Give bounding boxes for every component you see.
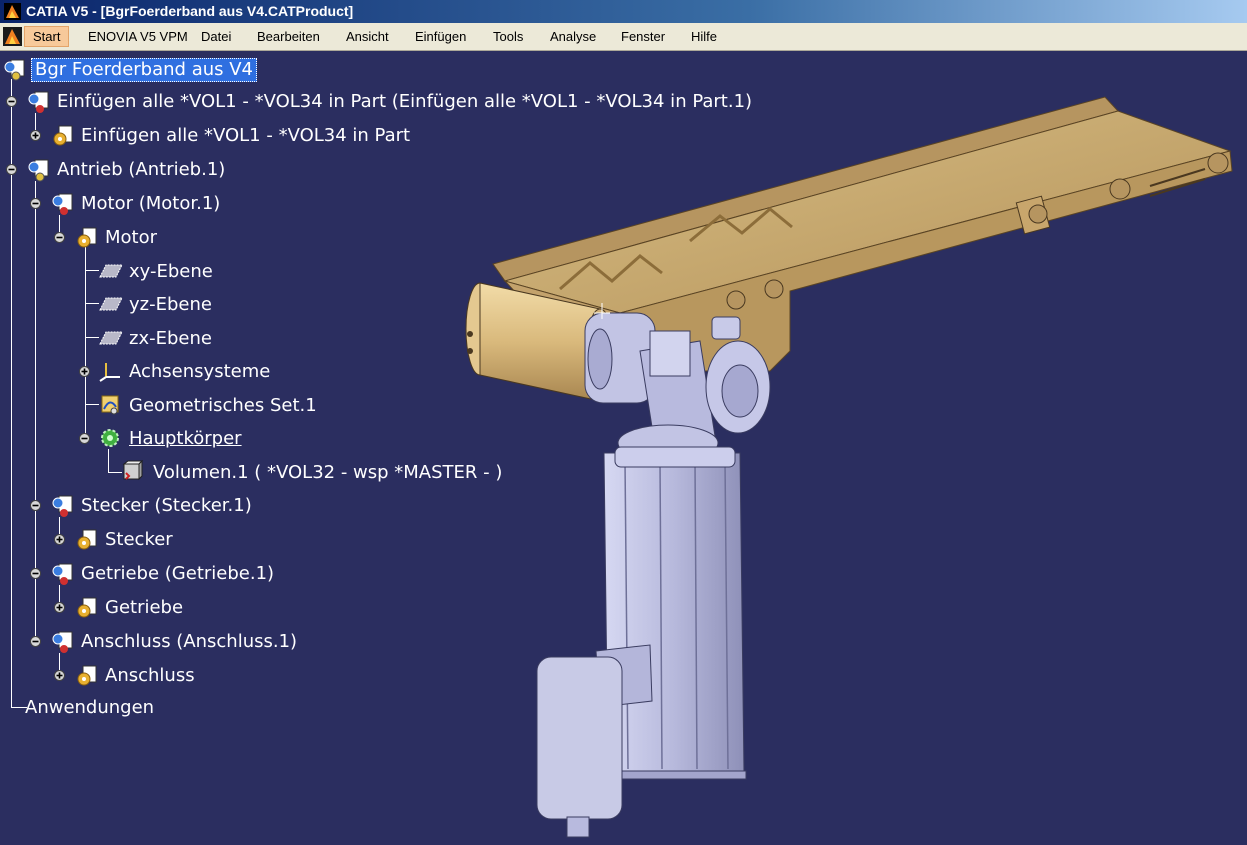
- tree-node-label[interactable]: Achsensysteme: [129, 361, 270, 383]
- tree-node-label[interactable]: Volumen.1 ( *VOL32 - wsp *MASTER - ): [153, 462, 502, 484]
- tree-root-label[interactable]: Bgr Foerderband aus V4: [31, 58, 257, 82]
- menu-bearbeiten[interactable]: Bearbeiten: [255, 27, 322, 46]
- catia-menu-icon[interactable]: [3, 27, 22, 46]
- collapse-icon[interactable]: [30, 500, 41, 511]
- menu-ansicht[interactable]: Ansicht: [344, 27, 391, 46]
- part-icon: [77, 227, 97, 248]
- title-bar: CATIA V5 - [BgrFoerderband aus V4.CATPro…: [0, 0, 1247, 23]
- menu-einfuegen[interactable]: Einfügen: [413, 27, 468, 46]
- collapse-icon[interactable]: [30, 636, 41, 647]
- plane-icon: [99, 264, 123, 278]
- collapse-icon[interactable]: [30, 568, 41, 579]
- expand-icon[interactable]: [54, 602, 65, 613]
- 3d-viewport[interactable]: Bgr Foerderband aus V4 Einfügen alle *VO…: [0, 51, 1247, 845]
- expand-icon[interactable]: [54, 670, 65, 681]
- tree-connector: [85, 404, 99, 405]
- menu-tools[interactable]: Tools: [491, 27, 525, 46]
- catia-logo-icon: [4, 3, 21, 20]
- product-icon: [52, 631, 73, 653]
- tree-node-label[interactable]: Antrieb (Antrieb.1): [57, 159, 225, 181]
- product-icon: [52, 495, 73, 517]
- tree-node-label[interactable]: Anschluss: [105, 665, 195, 687]
- tree-node-label[interactable]: Getriebe: [105, 597, 183, 619]
- tree-node-label[interactable]: zx-Ebene: [129, 328, 212, 350]
- collapse-icon[interactable]: [6, 96, 17, 107]
- menu-datei[interactable]: Datei: [199, 27, 233, 46]
- tree-node-label[interactable]: Motor (Motor.1): [81, 193, 220, 215]
- tree-node-label[interactable]: Geometrisches Set.1: [129, 395, 317, 417]
- tree-node-label[interactable]: Anschluss (Anschluss.1): [81, 631, 297, 653]
- tree-node-label[interactable]: xy-Ebene: [129, 261, 213, 283]
- geometrical-set-icon: [101, 395, 119, 415]
- tree-connector: [85, 337, 99, 338]
- collapse-icon[interactable]: [79, 433, 90, 444]
- menu-hilfe[interactable]: Hilfe: [689, 27, 719, 46]
- part-icon: [77, 597, 97, 618]
- motor-body[interactable]: [536, 446, 747, 838]
- plane-icon: [99, 331, 123, 345]
- body-icon: [101, 429, 119, 447]
- window-title: CATIA V5 - [BgrFoerderband aus V4.CATPro…: [26, 3, 354, 19]
- menu-enovia[interactable]: ENOVIA V5 VPM: [86, 27, 190, 46]
- tree-connector: [85, 247, 86, 437]
- part-icon: [77, 665, 97, 686]
- collapse-icon[interactable]: [54, 232, 65, 243]
- menu-fenster[interactable]: Fenster: [619, 27, 667, 46]
- expand-icon[interactable]: [54, 534, 65, 545]
- product-icon: [52, 563, 73, 585]
- tree-node-label[interactable]: Hauptkörper: [129, 428, 242, 450]
- tree-node-label[interactable]: Motor: [105, 227, 157, 249]
- axis-system-icon: [99, 363, 120, 382]
- menu-analyse[interactable]: Analyse: [548, 27, 598, 46]
- product-icon: [52, 193, 73, 215]
- tree-connector: [108, 449, 109, 473]
- tree-connector: [85, 303, 99, 304]
- plane-icon: [99, 297, 123, 311]
- menu-start[interactable]: Start: [24, 26, 70, 47]
- product-icon: [28, 91, 49, 113]
- volume-icon: [122, 460, 144, 481]
- product-icon: [4, 59, 25, 81]
- tree-node-label[interactable]: yz-Ebene: [129, 294, 212, 316]
- part-icon: [77, 529, 97, 550]
- tree-node-label[interactable]: Anwendungen: [25, 697, 154, 719]
- tree-node-label[interactable]: Getriebe (Getriebe.1): [81, 563, 274, 585]
- part-icon: [53, 125, 73, 146]
- collapse-icon[interactable]: [30, 198, 41, 209]
- tree-node-label[interactable]: Stecker (Stecker.1): [81, 495, 252, 517]
- expand-icon[interactable]: [30, 130, 41, 141]
- tree-node-label[interactable]: Einfügen alle *VOL1 - *VOL34 in Part (Ei…: [57, 91, 752, 113]
- tree-node-label[interactable]: Einfügen alle *VOL1 - *VOL34 in Part: [81, 125, 410, 147]
- collapse-icon[interactable]: [6, 164, 17, 175]
- tree-connector: [85, 270, 99, 271]
- expand-icon[interactable]: [79, 366, 90, 377]
- product-icon: [28, 159, 49, 182]
- tree-node-label[interactable]: Stecker: [105, 529, 173, 551]
- menu-bar: Start ENOVIA V5 VPM Datei Bearbeiten Ans…: [0, 23, 1247, 51]
